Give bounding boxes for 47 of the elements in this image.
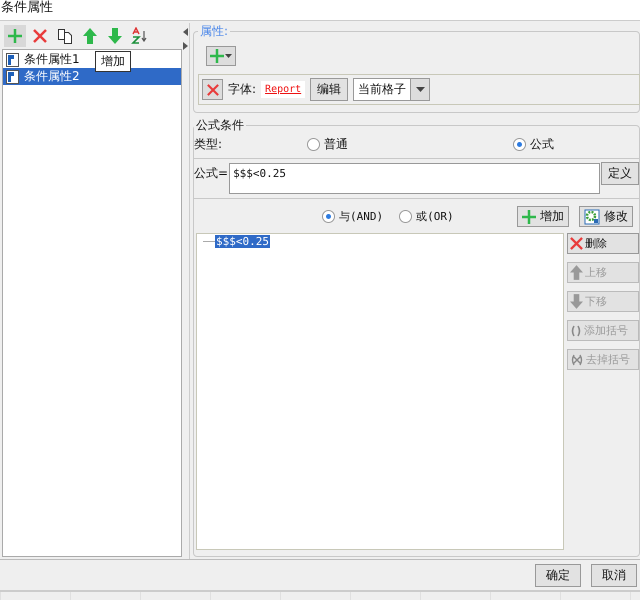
close-icon xyxy=(206,84,218,96)
sort-icon xyxy=(131,27,149,45)
group-legend: 公式条件 xyxy=(194,117,246,134)
define-button[interactable]: 定义 xyxy=(601,162,639,185)
document-icon xyxy=(6,52,20,66)
plus-icon xyxy=(7,28,23,44)
add-condition-button[interactable]: 增加 xyxy=(517,206,569,227)
caret-icon xyxy=(416,87,425,92)
font-label: 字体: xyxy=(228,81,256,98)
gear-icon xyxy=(584,208,600,224)
plus-icon xyxy=(522,210,536,224)
type-label: 类型: xyxy=(194,136,224,152)
caret-icon xyxy=(225,54,232,58)
plus-icon xyxy=(210,49,224,63)
arrow-up-icon xyxy=(570,265,583,280)
arrow-down-icon xyxy=(570,294,583,309)
edit-button[interactable]: 编辑 xyxy=(310,78,348,101)
delete-button[interactable]: 删除 xyxy=(567,233,639,254)
cancel-button[interactable]: 取消 xyxy=(591,564,637,586)
group-legend: 属性: xyxy=(198,23,230,40)
logic-radio[interactable]: 与(AND) xyxy=(322,209,384,224)
formula-label: 公式= xyxy=(194,165,228,182)
close-icon xyxy=(570,237,583,250)
tooltip: 增加 xyxy=(95,51,131,72)
parentheses-icon xyxy=(570,324,582,336)
document-icon xyxy=(6,70,20,84)
add-property-button[interactable] xyxy=(206,46,236,66)
copy-icon xyxy=(57,28,73,44)
type-radio[interactable]: 普通 xyxy=(307,136,513,152)
formula-field[interactable]: $$$<0.25 xyxy=(229,163,600,194)
collapse-left-icon[interactable] xyxy=(183,28,188,36)
tree-node[interactable]: $$$<0.25 xyxy=(215,235,270,248)
window-title: 条件属性 xyxy=(0,0,640,20)
remove-property-button[interactable] xyxy=(202,79,223,100)
crossed-parentheses-icon xyxy=(570,354,584,366)
close-icon xyxy=(33,29,47,43)
ok-button[interactable]: 确定 xyxy=(535,564,581,586)
arrow-down-icon xyxy=(108,28,122,44)
list-item[interactable]: 条件属性1 xyxy=(3,51,83,68)
list-item[interactable]: 条件属性2 xyxy=(3,68,181,85)
scope-dropdown[interactable]: 当前格子 xyxy=(353,78,430,101)
logic-radio[interactable]: 或(OR) xyxy=(399,209,454,224)
expand-right-icon[interactable] xyxy=(183,42,188,50)
type-radio[interactable]: 公式 xyxy=(513,136,554,152)
modify-button[interactable]: 修改 xyxy=(579,206,633,227)
arrow-up-icon xyxy=(83,28,97,44)
font-preview: Report xyxy=(261,81,306,98)
